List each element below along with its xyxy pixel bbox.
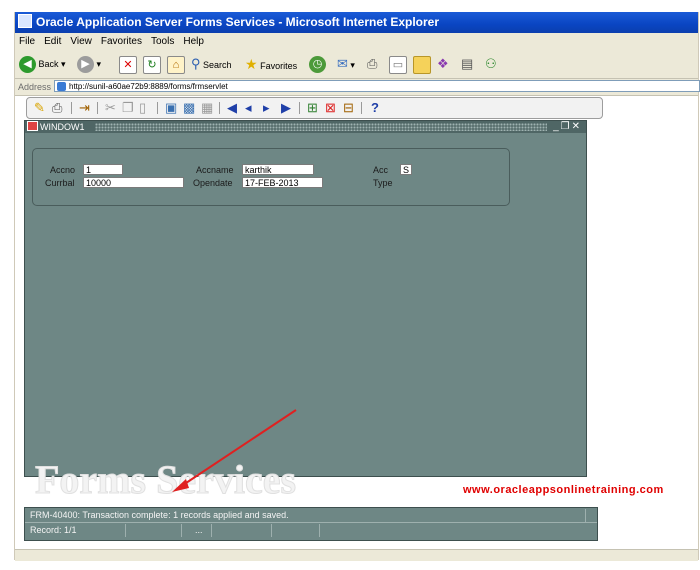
arrow-head	[172, 479, 189, 492]
annotation-arrow	[172, 409, 297, 492]
arrow-line	[179, 409, 297, 488]
